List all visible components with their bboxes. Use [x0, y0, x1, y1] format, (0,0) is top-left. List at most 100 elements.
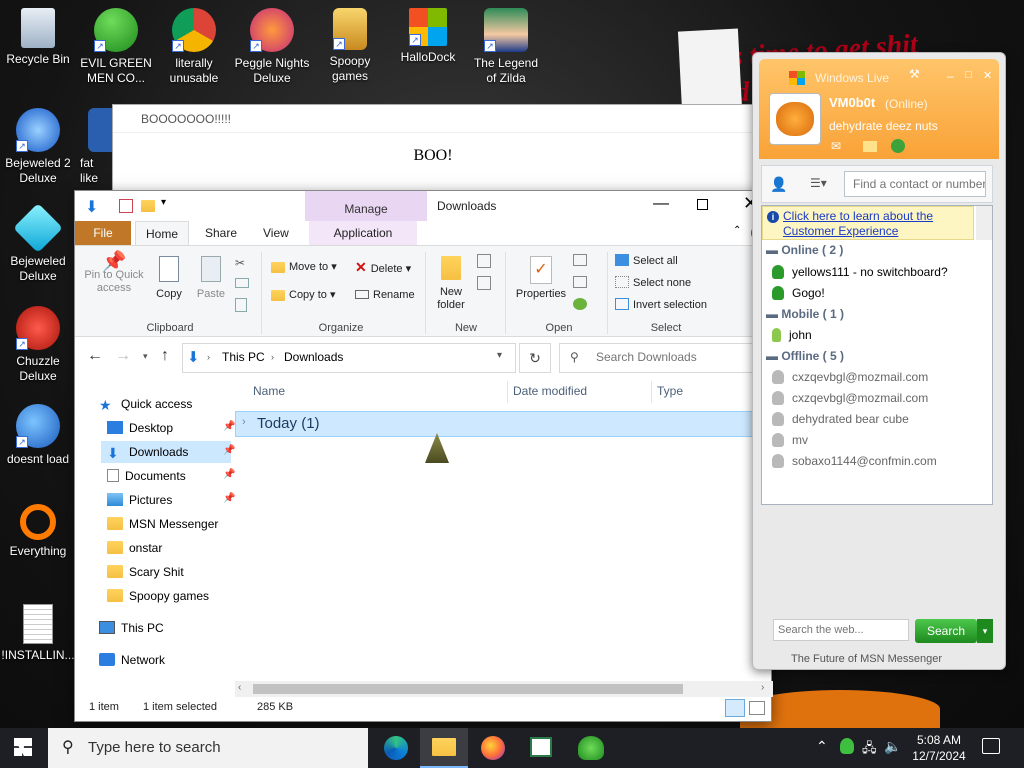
dragged-file-icon[interactable] — [425, 433, 449, 463]
rename-button[interactable]: Rename — [355, 286, 415, 304]
network-icon[interactable]: 🖧 — [862, 739, 877, 761]
banner-link-line-1[interactable]: Click here to learn about the — [783, 209, 933, 223]
address-dropdown-chevron-icon[interactable]: ▾ — [497, 350, 502, 361]
desktop-icon-literally-unusable[interactable]: ↗ literally unusable — [156, 8, 232, 86]
column-date-modified[interactable]: Date modified — [513, 377, 587, 405]
new-item-icon[interactable] — [477, 254, 491, 268]
contact-item[interactable]: cxzqevbgl@mozmail.com — [772, 367, 928, 387]
file-explorer-taskbar-button[interactable] — [420, 728, 468, 768]
new-folder-quick-icon[interactable] — [141, 200, 155, 212]
scroll-right-icon[interactable]: › — [761, 682, 764, 693]
desktop-icon-bejeweled-2[interactable]: ↗ Bejeweled 2 Deluxe — [0, 108, 76, 186]
nav-item-msn-messenger[interactable]: MSN Messenger — [107, 513, 218, 535]
desktop-icon-recycle-bin[interactable]: Recycle Bin — [0, 8, 76, 67]
search-options-chevron-icon[interactable]: ▾ — [977, 619, 993, 643]
minimize-button[interactable]: — — [653, 195, 669, 213]
contact-item[interactable]: Gogo! — [772, 283, 825, 303]
boo-window[interactable]: BOOOOOOO!!!!! BOO! — [112, 104, 754, 194]
tab-view[interactable]: View — [253, 221, 299, 245]
column-type[interactable]: Type — [657, 377, 683, 405]
recent-locations-chevron-icon[interactable]: ▾ — [143, 351, 148, 362]
paste-button[interactable]: Paste — [193, 256, 229, 301]
paste-shortcut-icon[interactable] — [235, 298, 247, 312]
details-view-icon[interactable] — [725, 699, 745, 717]
contact-item[interactable]: sobaxo1144@confmin.com — [772, 451, 937, 471]
invert-selection-button[interactable]: Invert selection — [615, 296, 707, 314]
search-input[interactable] — [596, 350, 756, 364]
nav-item-desktop[interactable]: Desktop — [107, 417, 173, 439]
new-folder-button[interactable]: New folder — [431, 256, 471, 312]
up-arrow-icon[interactable]: ↑ — [161, 347, 169, 365]
tab-file[interactable]: File — [75, 221, 131, 245]
avatar[interactable] — [769, 93, 821, 145]
news-icon[interactable] — [891, 139, 905, 153]
select-all-button[interactable]: Select all — [615, 252, 678, 270]
web-search-button[interactable]: Search — [915, 619, 977, 643]
tab-share[interactable]: Share — [195, 221, 247, 245]
user-name[interactable]: VM0b0t — [829, 95, 875, 110]
column-divider[interactable] — [651, 381, 652, 403]
web-search-input[interactable] — [773, 619, 909, 641]
breadcrumb-downloads[interactable]: Downloads — [284, 350, 343, 364]
maximize-button[interactable] — [697, 199, 708, 210]
desktop-icon-hallodock[interactable]: ↗ HalloDock — [390, 8, 466, 65]
contact-item[interactable]: john — [772, 325, 812, 345]
column-divider[interactable] — [507, 381, 508, 403]
back-arrow-icon[interactable]: ← — [87, 347, 103, 365]
tools-icon[interactable]: ⚒ — [909, 67, 920, 81]
banner-link-line-2[interactable]: Customer Experience — [783, 224, 898, 238]
info-banner[interactable]: i Click here to learn about the Customer… — [762, 206, 974, 240]
mail-icon[interactable]: ✉ — [831, 139, 841, 153]
desktop-icon-peggle[interactable]: ↗ Peggle Nights Deluxe — [234, 8, 310, 86]
nav-this-pc[interactable]: This PC — [99, 617, 164, 639]
copy-path-icon[interactable] — [235, 278, 249, 288]
contact-item[interactable]: yellows111 - no switchboard? — [772, 262, 948, 282]
nav-item-downloads[interactable]: ⬇ Downloads — [107, 441, 188, 463]
group-offline[interactable]: ▬ Offline ( 5 ) — [766, 346, 844, 366]
history-icon[interactable] — [573, 298, 587, 310]
messenger-window[interactable]: Windows Live ⚒ – □ ✕ VM0b0t (Online) deh… — [752, 52, 1006, 670]
contact-item[interactable]: cxzqevbgl@mozmail.com — [772, 388, 928, 408]
firefox-icon[interactable] — [481, 736, 505, 760]
user-status[interactable]: (Online) — [885, 97, 928, 111]
contact-item[interactable]: mv — [772, 430, 808, 450]
horizontal-scrollbar[interactable]: ‹ › — [235, 681, 773, 697]
show-hidden-icons-chevron-icon[interactable]: ⌃ — [816, 738, 828, 755]
banner-scroll[interactable] — [976, 206, 992, 240]
boo-window-taskbar-icon[interactable] — [530, 737, 552, 757]
sort-contacts-icon[interactable]: ☰▾ — [810, 176, 827, 190]
address-bar[interactable]: ⬇ › This PC › Downloads ▾ — [182, 343, 516, 373]
nav-item-spoopy-games[interactable]: Spoopy games — [107, 585, 209, 607]
nav-item-documents[interactable]: Documents — [107, 465, 186, 487]
forward-arrow-icon[interactable]: → — [115, 347, 131, 365]
delete-button[interactable]: ✕ Delete ▾ — [355, 258, 411, 276]
search-box[interactable]: ⚲ — [559, 343, 761, 373]
breadcrumb-this-pc[interactable]: This PC — [222, 350, 265, 364]
spaces-icon[interactable] — [863, 141, 877, 152]
cut-icon[interactable]: ✂ — [235, 256, 245, 270]
open-icon[interactable] — [573, 254, 587, 266]
easy-access-icon[interactable] — [477, 276, 491, 290]
group-mobile[interactable]: ▬ Mobile ( 1 ) — [766, 304, 844, 324]
desktop-icon-installing[interactable]: !INSTALLIN... — [0, 604, 76, 663]
messenger-taskbar-icon[interactable] — [578, 736, 604, 760]
quick-access-toolbar-dropdown-icon[interactable]: ▾ — [161, 197, 166, 208]
tab-application-tools[interactable]: Application Tools — [309, 221, 417, 264]
ribbon-collapse-chevron-icon[interactable]: ⌃ — [733, 225, 741, 236]
add-contact-icon[interactable]: 👤 — [770, 176, 787, 193]
personal-message[interactable]: dehydrate deez nuts — [829, 119, 938, 133]
group-online[interactable]: ▬ Online ( 2 ) — [766, 240, 843, 260]
copy-button[interactable]: Copy — [151, 256, 187, 301]
pin-to-quick-access-button[interactable]: 📌 Pin to Quick access — [81, 252, 147, 295]
messenger-tray-icon[interactable] — [840, 738, 854, 754]
properties-quick-icon[interactable] — [119, 199, 133, 213]
move-to-button[interactable]: Move to ▾ — [271, 258, 337, 276]
file-explorer-window[interactable]: ⬇ ▾ Manage Downloads — ✕ File Home Share… — [74, 190, 773, 722]
refresh-button[interactable]: ↻ — [519, 343, 551, 373]
close-button[interactable]: ✕ — [983, 69, 992, 82]
scroll-left-icon[interactable]: ‹ — [238, 682, 241, 693]
desktop-icon-everything[interactable]: Everything — [0, 504, 76, 559]
nav-quick-access[interactable]: ★ Quick access — [99, 393, 192, 415]
select-none-button[interactable]: Select none — [615, 274, 691, 292]
desktop-icon-evil-green-men[interactable]: ↗ EVIL GREEN MEN CO... — [78, 8, 154, 86]
